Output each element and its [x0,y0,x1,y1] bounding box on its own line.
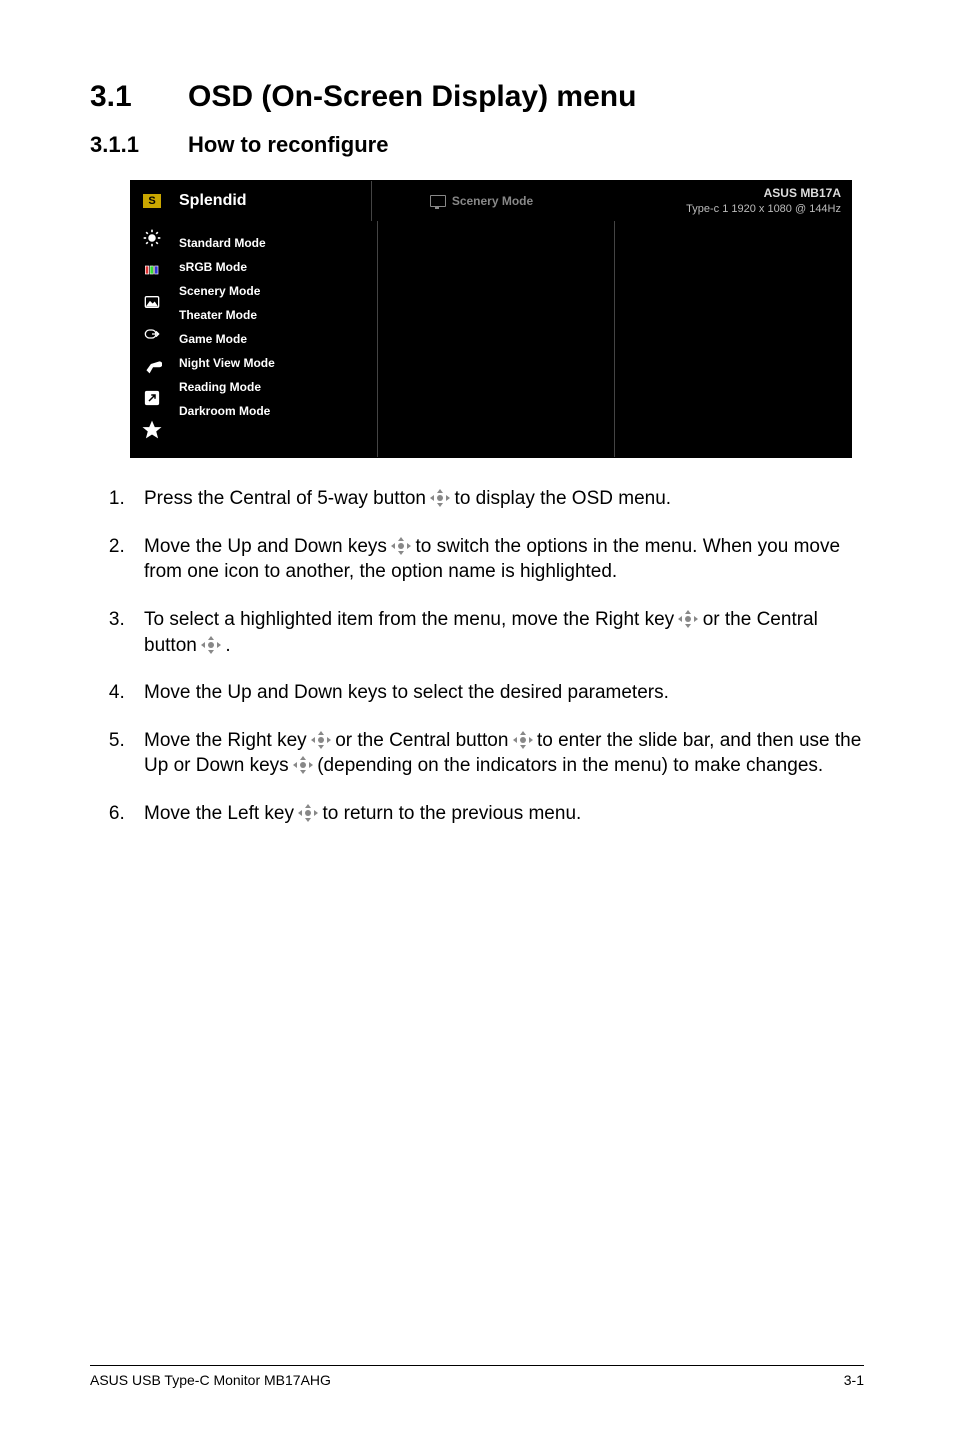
instruction-item: Press the Central of 5-way button to dis… [130,486,864,512]
list-item[interactable]: Night View Mode [179,351,377,375]
instruction-text: (depending on the indicators in the menu… [317,755,823,776]
osd-title: Splendid [173,181,372,221]
favorite-icon[interactable] [141,421,163,439]
brightness-icon[interactable] [141,229,163,247]
joystick-center-icon [202,637,220,653]
joystick-right-icon [679,611,697,627]
list-item[interactable]: Scenery Mode [179,279,377,303]
instruction-text: or the Central button [335,730,514,751]
instruction-text: Move the Left key [144,803,299,824]
joystick-center-icon [514,732,532,748]
instruction-item: Move the Up and Down keys to switch the … [130,534,864,585]
osd-body: Standard Mode sRGB Mode Scenery Mode The… [131,221,851,457]
section-title: OSD (On-Screen Display) menu [188,80,636,114]
osd-resolution: Type-c 1 1920 x 1080 @ 144Hz [591,202,841,216]
monitor-icon [430,195,446,207]
instruction-text: Move the Right key [144,730,312,751]
section-number: 3.1 [90,80,140,114]
instruction-text: Move the Up and Down keys to select the … [144,682,669,703]
footer-page-number: 3-1 [844,1372,864,1388]
subsection-heading: 3.1.1 How to reconfigure [90,132,864,158]
instruction-item: Move the Up and Down keys to select the … [130,680,864,706]
splendid-icon: S [143,194,161,208]
instruction-text: Press the Central of 5-way button [144,488,431,509]
osd-current-mode-label: Scenery Mode [452,194,533,208]
list-item[interactable]: sRGB Mode [179,255,377,279]
page-footer: ASUS USB Type-C Monitor MB17AHG 3-1 [90,1365,864,1388]
joystick-right-icon [312,732,330,748]
joystick-center-icon [431,490,449,506]
instruction-text: . [225,635,230,656]
instruction-list: Press the Central of 5-way button to dis… [90,486,864,827]
osd-mode-list: Standard Mode sRGB Mode Scenery Mode The… [173,221,378,457]
instruction-text: Move the Up and Down keys [144,536,392,557]
instruction-item: Move the Left key to return to the previ… [130,801,864,827]
list-item[interactable]: Theater Mode [179,303,377,327]
subsection-title: How to reconfigure [188,132,388,158]
input-icon[interactable] [141,325,163,343]
list-item[interactable]: Reading Mode [179,375,377,399]
subsection-number: 3.1.1 [90,132,140,158]
list-item[interactable]: Standard Mode [179,231,377,255]
section-heading: 3.1 OSD (On-Screen Display) menu [90,80,864,114]
osd-content-col-1 [378,221,615,457]
osd-model: ASUS MB17A [591,186,841,202]
osd-header: S Splendid Scenery Mode ASUS MB17A Type-… [131,181,851,221]
joystick-left-icon [299,805,317,821]
joystick-updown-icon [294,757,312,773]
shortcut-icon[interactable] [141,389,163,407]
osd-selected-tab-icon[interactable]: S [131,181,173,221]
color-icon[interactable] [141,261,163,279]
list-item[interactable]: Game Mode [179,327,377,351]
list-item[interactable]: Darkroom Mode [179,399,377,423]
joystick-updown-icon [392,538,410,554]
image-icon[interactable] [141,293,163,311]
osd-content [378,221,851,457]
footer-product: ASUS USB Type-C Monitor MB17AHG [90,1372,331,1388]
osd-content-col-2 [615,221,851,457]
instruction-item: To select a highlighted item from the me… [130,607,864,658]
osd-current-mode: Scenery Mode [372,194,591,208]
instruction-text: to display the OSD menu. [455,488,672,509]
instruction-text: to return to the previous menu. [323,803,582,824]
settings-icon[interactable] [141,357,163,375]
osd-sidebar [131,221,173,457]
instruction-text: To select a highlighted item from the me… [144,609,679,630]
osd-status: ASUS MB17A Type-c 1 1920 x 1080 @ 144Hz [591,186,851,216]
instruction-item: Move the Right key or the Central button… [130,728,864,779]
osd-panel: S Splendid Scenery Mode ASUS MB17A Type-… [130,180,852,458]
